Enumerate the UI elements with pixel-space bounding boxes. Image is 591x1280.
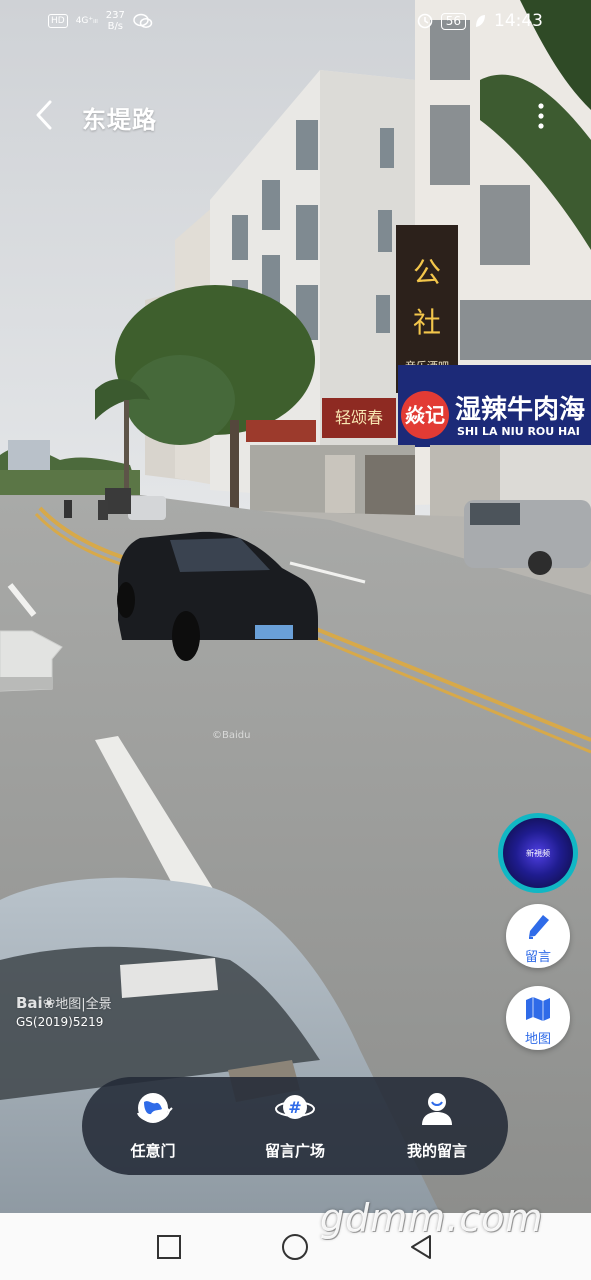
action-comment-square[interactable]: # 留言广场 — [224, 1077, 366, 1175]
status-left: HD 4G⁺ᵢₗₗ 237 B/s — [48, 10, 153, 32]
direction-arrow-icon — [0, 630, 63, 692]
hd-badge: HD — [48, 14, 68, 28]
sign-shop-a-mid: 社 — [413, 306, 441, 339]
site-watermark: gdmm.com — [320, 1196, 544, 1240]
sign-shop-b-brand: 焱记 — [405, 403, 445, 427]
map-button[interactable]: 地图 — [506, 986, 570, 1050]
back-button[interactable] — [28, 98, 62, 132]
video-orb-button[interactable]: 新視频 — [498, 813, 578, 893]
recents-button[interactable] — [155, 1233, 183, 1261]
page-title: 东堤路 — [82, 106, 157, 134]
street-view-panorama[interactable]: 公 社 音乐酒吧 焱记 湿辣牛肉海 SHI LA NIU ROU HAI 轻颂春 — [0, 0, 591, 1213]
wechat-icon — [133, 13, 153, 28]
bottom-action-bar: 任意门 # 留言广场 我的留言 — [82, 1077, 508, 1175]
action-comment-square-label: 留言广场 — [264, 1142, 325, 1160]
circle-icon — [282, 1234, 308, 1260]
baidu-copyright: ©Baidu — [212, 730, 251, 741]
user-icon — [422, 1093, 452, 1125]
orb-label: 新視频 — [526, 849, 550, 858]
more-options-button[interactable] — [531, 100, 551, 132]
action-portal[interactable]: 任意门 — [82, 1077, 224, 1175]
action-my-comments[interactable]: 我的留言 — [366, 1077, 508, 1175]
action-portal-label: 任意门 — [130, 1142, 176, 1160]
leaf-icon — [476, 15, 485, 27]
map-label: 地图 — [524, 1032, 551, 1047]
clock: 14:43 — [494, 11, 543, 31]
baidu-map-logo: Bai❀地图|全景 — [16, 993, 112, 1012]
sign-shop-b-pinyin: SHI LA NIU ROU HAI — [457, 425, 580, 438]
status-bar: HD 4G⁺ᵢₗₗ 237 B/s 56 14:43 — [0, 0, 591, 44]
comment-button[interactable]: 留言 — [506, 904, 570, 968]
signal-indicator: 4G⁺ᵢₗₗ — [75, 16, 98, 26]
navigate-forward-arrow[interactable] — [0, 625, 66, 697]
globe-portal-icon — [136, 1093, 173, 1123]
hashtag-planet-icon: # — [275, 1095, 315, 1119]
orb-inner: 新視频 — [503, 818, 573, 888]
map-approval-code: GS(2019)5219 — [16, 1015, 104, 1029]
brand-text: Bai — [16, 994, 43, 1012]
square-icon — [157, 1235, 181, 1259]
paw-icon: ❀ — [42, 994, 56, 1012]
comment-label: 留言 — [524, 950, 551, 965]
more-vertical-icon — [538, 103, 544, 129]
alarm-icon — [417, 13, 433, 29]
street-view-screen: 公 社 音乐酒吧 焱记 湿辣牛肉海 SHI LA NIU ROU HAI 轻颂春 — [0, 0, 591, 1280]
home-button[interactable] — [281, 1233, 309, 1261]
battery-level: 56 — [440, 12, 466, 30]
sign-shop-b-name: 湿辣牛肉海 — [455, 394, 585, 425]
svg-text:#: # — [288, 1098, 301, 1117]
status-right: 56 14:43 — [417, 11, 543, 31]
action-my-comments-label: 我的留言 — [406, 1142, 467, 1160]
map-icon — [526, 997, 550, 1021]
brand-suffix: 地图|全景 — [55, 997, 112, 1012]
pen-icon — [529, 915, 549, 939]
network-speed: 237 B/s — [105, 10, 125, 32]
chevron-left-icon — [36, 100, 52, 130]
sign-shop-c: 轻颂春 — [335, 408, 383, 427]
sign-shop-a-top: 公 — [413, 256, 441, 289]
